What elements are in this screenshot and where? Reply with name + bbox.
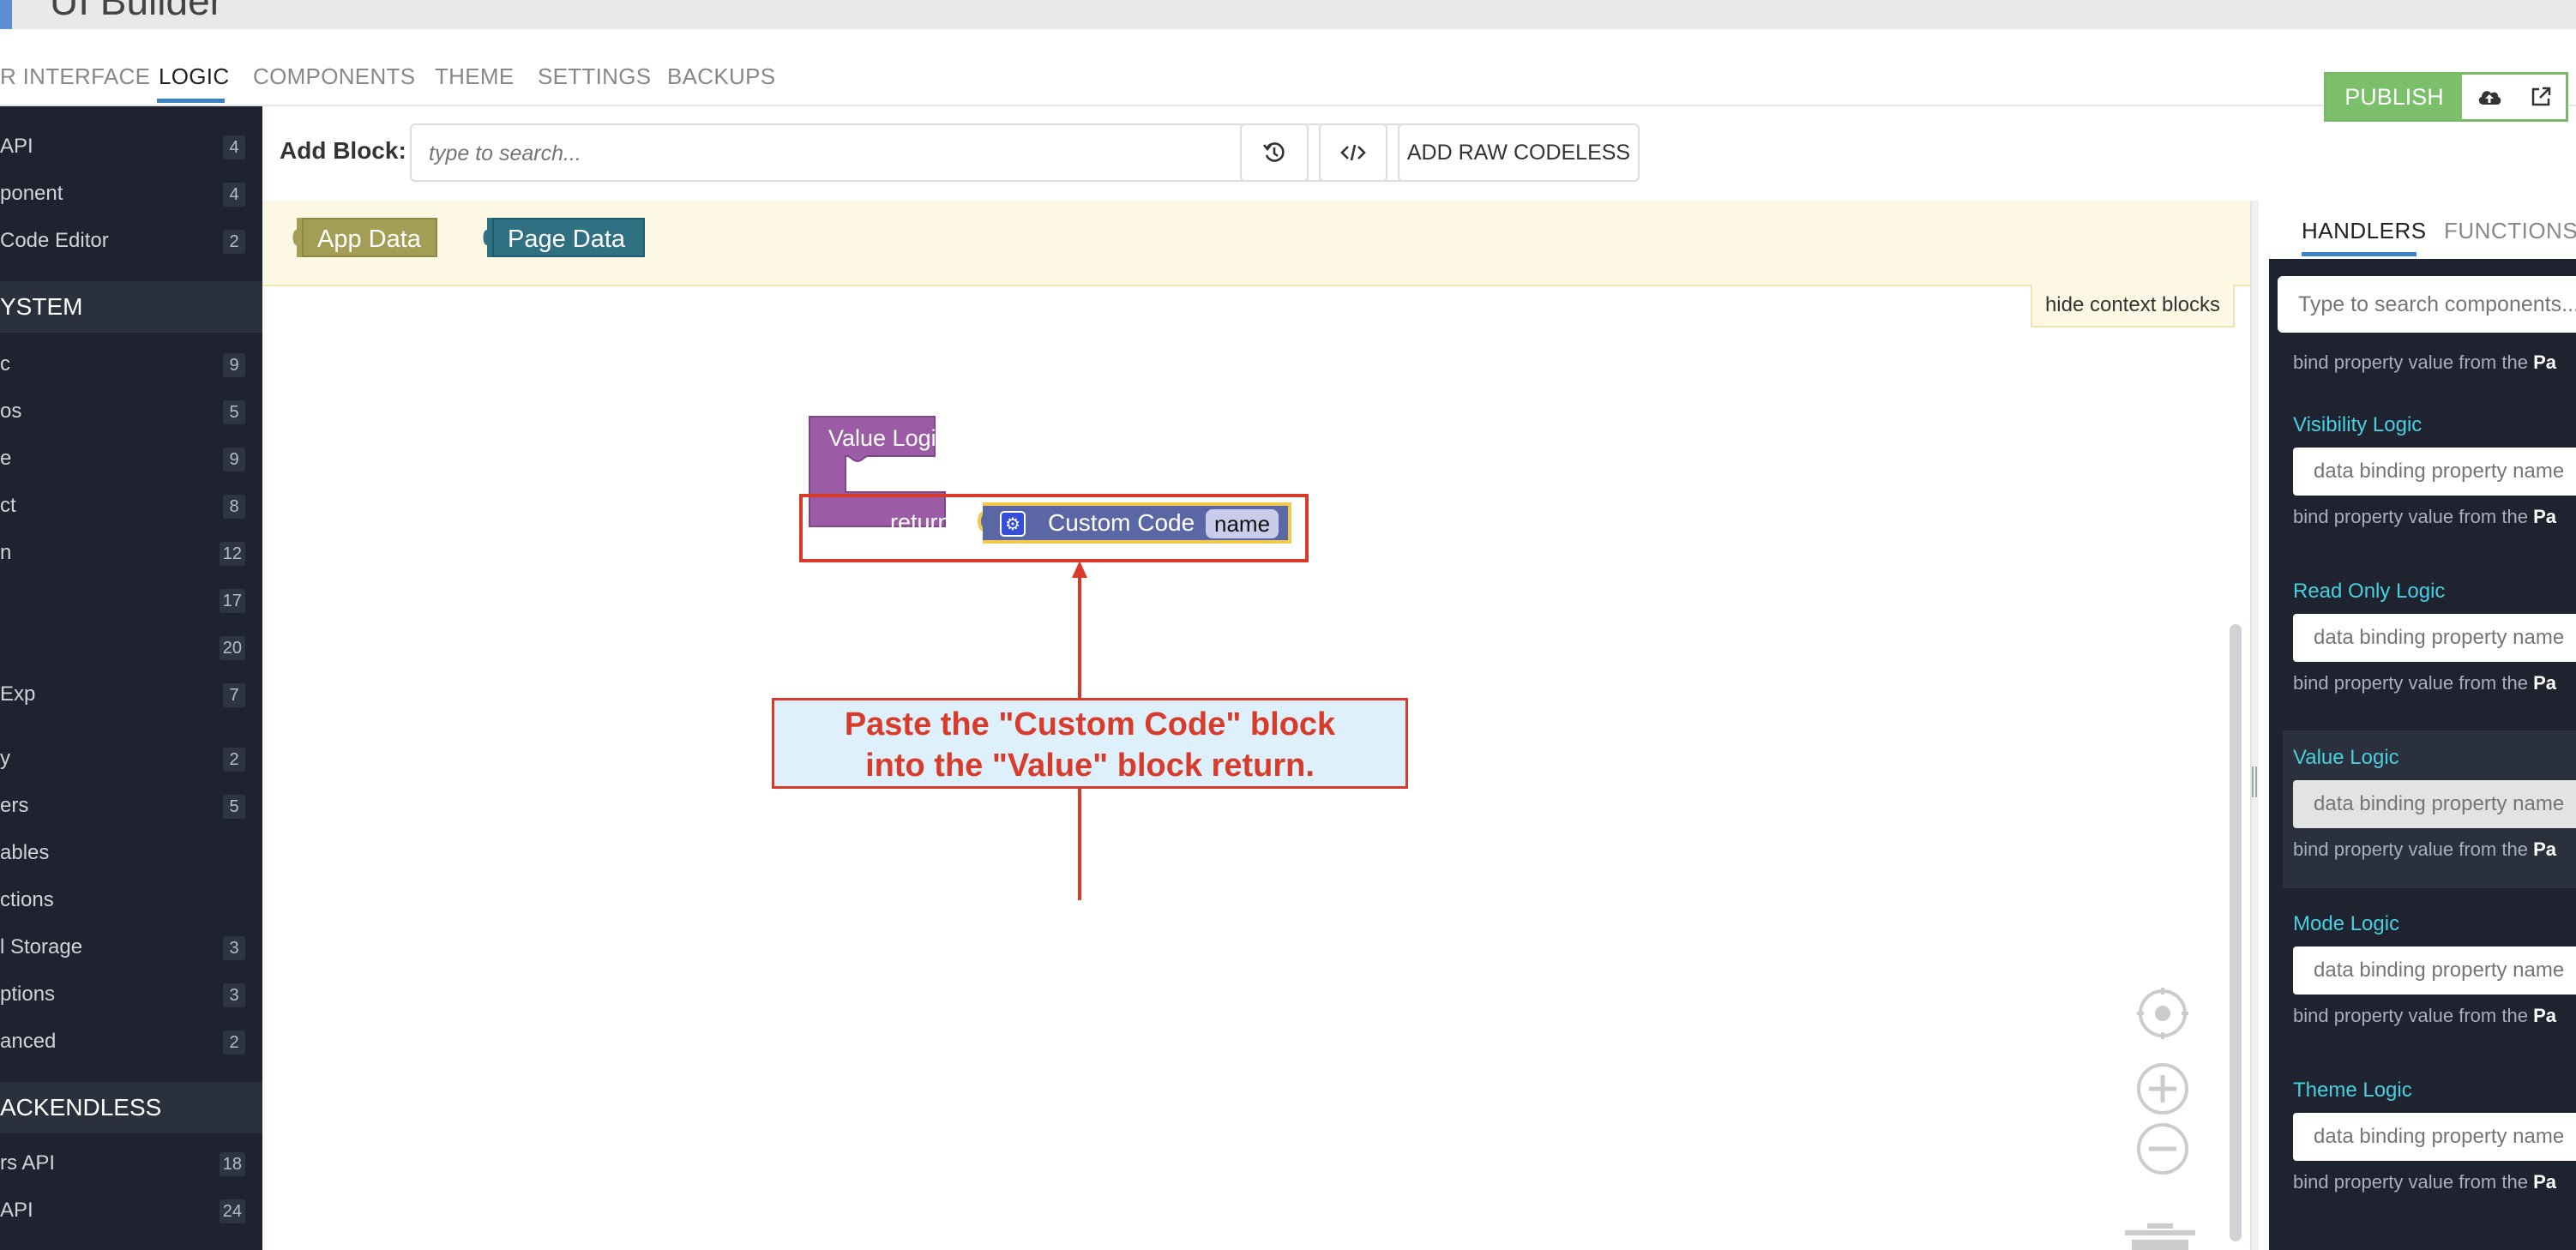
handler-title: Read Only Logic [2293, 580, 2446, 603]
add-block-label: Add Block: [280, 137, 406, 164]
sidebar-item[interactable]: API 4 [0, 129, 262, 163]
handler-read-only-logic: Read Only Logic bind property value from… [2283, 580, 2576, 725]
handlers-list: bind property value from the Pa Visibili… [2269, 259, 2576, 1250]
code-view-button[interactable] [1319, 123, 1387, 182]
handler-hint: bind property value from the Pa [2293, 1171, 2556, 1193]
publish-button[interactable]: PUBLISH [2326, 75, 2462, 119]
sidebar-item[interactable]: Code Editor 2 [0, 223, 262, 257]
tab-functions[interactable]: FUNCTIONS [2444, 218, 2576, 244]
handler-mode-logic: Mode Logic bind property value from the … [2283, 912, 2576, 1058]
handlers-panel: HANDLERS FUNCTIONS bind property value f… [2259, 201, 2576, 1250]
sidebar-item[interactable]: Exp 7 [0, 676, 262, 711]
cloud-upload-icon[interactable] [2464, 75, 2515, 119]
logic-toolbar: Add Block: ADD RAW CODELESS [262, 106, 2252, 201]
sidebar-item[interactable]: 17 [0, 582, 262, 616]
binding-input[interactable] [2314, 624, 2576, 652]
binding-input[interactable] [2314, 1123, 2576, 1151]
sidebar-item[interactable]: e9 [0, 441, 262, 475]
sidebar-item[interactable]: ers 5 [0, 788, 262, 822]
sidebar-item[interactable]: ctions [0, 882, 262, 916]
page-data-block[interactable]: Page Data [492, 218, 645, 257]
handler-hint: bind property value from the Pa [2293, 506, 2556, 527]
handler-title: Visibility Logic [2293, 413, 2423, 436]
sidebar-item[interactable]: y2 [0, 741, 262, 775]
binding-input[interactable] [2314, 957, 2576, 984]
canvas-scrollbar[interactable] [2230, 624, 2242, 1241]
active-tab-indicator [157, 99, 225, 103]
panel-divider [2250, 201, 2259, 1250]
handler-hint: bind property value from the Pa [2293, 352, 2556, 373]
sidebar-item[interactable]: anced 2 [0, 1024, 262, 1058]
zoom-in-icon[interactable] [2135, 1061, 2190, 1116]
binding-input[interactable] [2314, 458, 2576, 485]
handlers-tab-indicator [2302, 252, 2417, 256]
handler-visibility-logic: Visibility Logic bind property value fro… [2283, 413, 2576, 559]
sidebar-item[interactable]: os 5 [0, 394, 262, 428]
history-button[interactable] [1240, 123, 1309, 182]
handler-hint: bind property value from the Pa [2293, 1005, 2556, 1026]
handler-binding-field[interactable] [2293, 448, 2576, 496]
handler-value-logic[interactable]: Value Logic bind property value from the… [2283, 730, 2576, 888]
instruction-line-1: Paste the "Custom Code" block [844, 706, 1336, 742]
tab-theme[interactable]: THEME [435, 63, 515, 90]
value-logic-block-title: Value Logic [828, 425, 948, 451]
app-data-block[interactable]: App Data [302, 218, 437, 257]
handler-title: Theme Logic [2293, 1079, 2412, 1102]
tab-settings[interactable]: SETTINGS [538, 63, 651, 90]
handler-title: Value Logic [2293, 746, 2399, 769]
instruction-annotation: Paste the "Custom Code" block into the "… [772, 698, 1408, 789]
tab-components[interactable]: COMPONENTS [253, 63, 415, 90]
handler-binding-field [2293, 780, 2576, 828]
tab-user-interface[interactable]: R INTERFACE [0, 63, 150, 90]
app-logo-edge [0, 0, 12, 29]
handler-hint: bind property value from the Pa [2293, 672, 2556, 694]
tab-backups[interactable]: BACKUPS [667, 63, 775, 90]
sidebar-item[interactable]: rs API 18 [0, 1145, 262, 1180]
zoom-out-icon[interactable] [2135, 1121, 2190, 1176]
app-title: UI Builder [50, 0, 223, 23]
hide-context-blocks-button[interactable]: hide context blocks [2031, 285, 2235, 328]
sidebar-item[interactable]: 20 [0, 629, 262, 664]
sidebar-item[interactable]: c9 [0, 346, 262, 381]
handler-title: Mode Logic [2293, 912, 2400, 935]
history-icon [1262, 142, 1285, 162]
publish-group: PUBLISH [2324, 72, 2568, 122]
recenter-icon[interactable] [2135, 986, 2190, 1041]
tab-logic[interactable]: LOGIC [159, 63, 229, 90]
component-search-input[interactable] [2298, 288, 2576, 321]
blocks-sidebar: API 4 ponent 4 Code Editor 2 YSTEM c9 os 5 e… [0, 106, 262, 1250]
component-search[interactable] [2278, 276, 2576, 333]
open-external-icon[interactable] [2515, 75, 2567, 119]
handler-binding-field[interactable] [2293, 1113, 2576, 1161]
tab-handlers[interactable]: HANDLERS [2302, 218, 2427, 244]
handler-partial: bind property value from the Pa [2283, 345, 2576, 379]
handler-hint: bind property value from the Pa [2293, 838, 2556, 860]
resize-handle[interactable] [2252, 766, 2257, 797]
binding-input [2314, 790, 2576, 818]
sidebar-section-system[interactable]: YSTEM [0, 281, 262, 333]
handler-theme-logic: Theme Logic bind property value from the… [2283, 1079, 2576, 1224]
instruction-line-2: into the "Value" block return. [865, 748, 1315, 784]
handler-binding-field[interactable] [2293, 614, 2576, 662]
sidebar-section-backendless[interactable]: ACKENDLESS [0, 1082, 262, 1133]
sidebar-item[interactable]: ct 8 [0, 488, 262, 522]
app-root: UI Builder R INTERFACE LOGIC COMPONENTS … [0, 0, 2576, 1250]
handler-binding-field[interactable] [2293, 947, 2576, 995]
code-icon [1340, 144, 1366, 161]
block-search-input[interactable] [429, 137, 1372, 170]
sidebar-item[interactable]: l Storage 3 [0, 929, 262, 964]
highlight-frame [799, 494, 1309, 562]
main-nav: R INTERFACE LOGIC COMPONENTS THEME SETTI… [0, 29, 2576, 122]
sidebar-item[interactable]: API 24 [0, 1193, 262, 1227]
context-blocks-band: App Data Page Data [262, 201, 2252, 286]
trash-icon[interactable] [2122, 1221, 2199, 1250]
sidebar-item[interactable]: ptions 3 [0, 977, 262, 1011]
top-bar: UI Builder [0, 0, 2576, 29]
add-raw-codeless-button[interactable]: ADD RAW CODELESS [1398, 123, 1640, 182]
sidebar-item[interactable]: ponent 4 [0, 176, 262, 210]
sidebar-item[interactable]: ables [0, 835, 262, 869]
sidebar-item[interactable]: n 12 [0, 535, 262, 569]
